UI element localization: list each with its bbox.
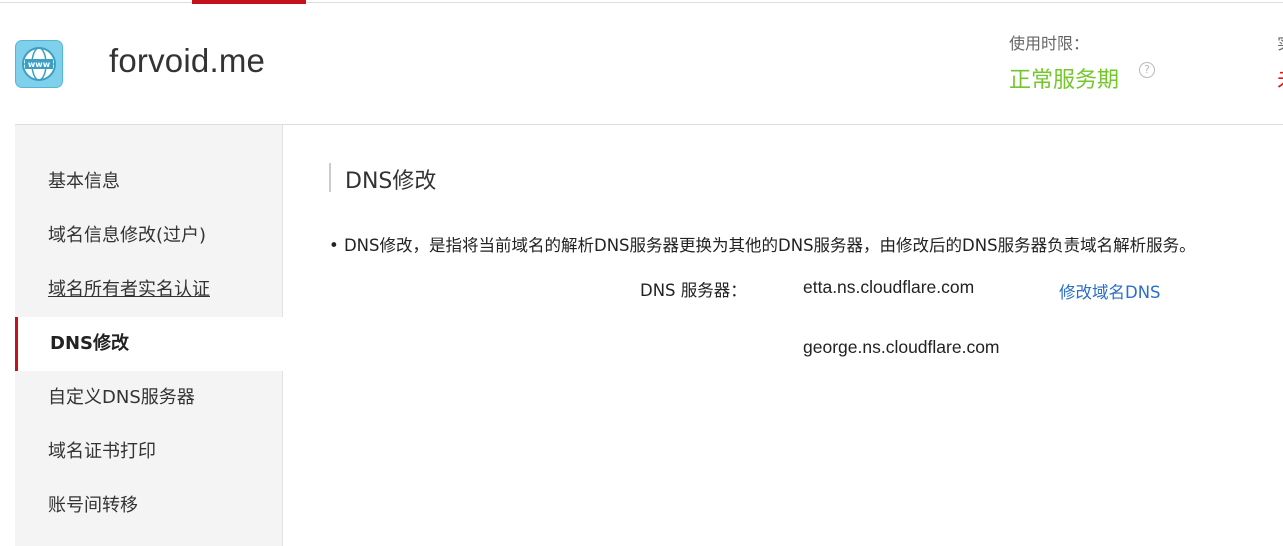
sidebar-item-label: 域名信息修改(过户): [48, 225, 207, 246]
sidebar-item-real-name-auth[interactable]: 域名所有者实名认证: [15, 263, 282, 317]
dns-server-value: george.ns.cloudflare.com: [803, 337, 1000, 357]
svg-text:www: www: [28, 60, 51, 69]
dns-server-label: DNS 服务器：: [640, 281, 747, 300]
domain-management-page: www forvoid.me 使用时限： 正常服务期 ? 实 未 基本信息 域名…: [0, 0, 1283, 546]
sidebar-item-basic-info[interactable]: 基本信息: [15, 155, 282, 209]
section-title: DNS修改: [345, 169, 437, 194]
sidebar-item-info-modify[interactable]: 域名信息修改(过户): [15, 209, 282, 263]
sidebar-item-dns-modify[interactable]: DNS修改: [15, 317, 283, 371]
www-globe-icon: www: [15, 40, 63, 88]
sidebar-item-label: 域名所有者实名认证: [48, 279, 210, 300]
sidebar-nav: 基本信息 域名信息修改(过户) 域名所有者实名认证 DNS修改 自定义DNS服务…: [15, 125, 283, 546]
clipped-label: 实: [1277, 30, 1283, 54]
service-period-status: 正常服务期: [1009, 68, 1120, 93]
sidebar-item-label: 域名证书打印: [48, 441, 156, 462]
sidebar-item-certificate-print[interactable]: 域名证书打印: [15, 425, 282, 479]
domain-header: www forvoid.me 使用时限： 正常服务期 ? 实 未: [0, 4, 1283, 124]
domain-name-title: forvoid.me: [109, 42, 266, 79]
sidebar-item-custom-dns[interactable]: 自定义DNS服务器: [15, 371, 282, 425]
sidebar-item-label: DNS修改: [50, 333, 129, 354]
question-circle-icon[interactable]: ?: [1139, 62, 1155, 78]
sidebar-item-label: 基本信息: [48, 171, 120, 192]
sidebar-item-label: 账号间转移: [48, 495, 138, 516]
modify-dns-link[interactable]: 修改域名DNS: [1059, 279, 1161, 303]
clipped-status: 未: [1277, 62, 1283, 94]
section-title-bar: [329, 163, 331, 192]
service-period-label: 使用时限：: [1009, 34, 1090, 53]
sidebar-item-account-transfer[interactable]: 账号间转移: [15, 479, 282, 533]
dns-description: • DNS修改，是指将当前域名的解析DNS服务器更换为其他的DNS服务器，由修改…: [329, 236, 1196, 255]
sidebar-item-label: 自定义DNS服务器: [48, 387, 195, 408]
dns-server-value: etta.ns.cloudflare.com: [803, 277, 975, 297]
